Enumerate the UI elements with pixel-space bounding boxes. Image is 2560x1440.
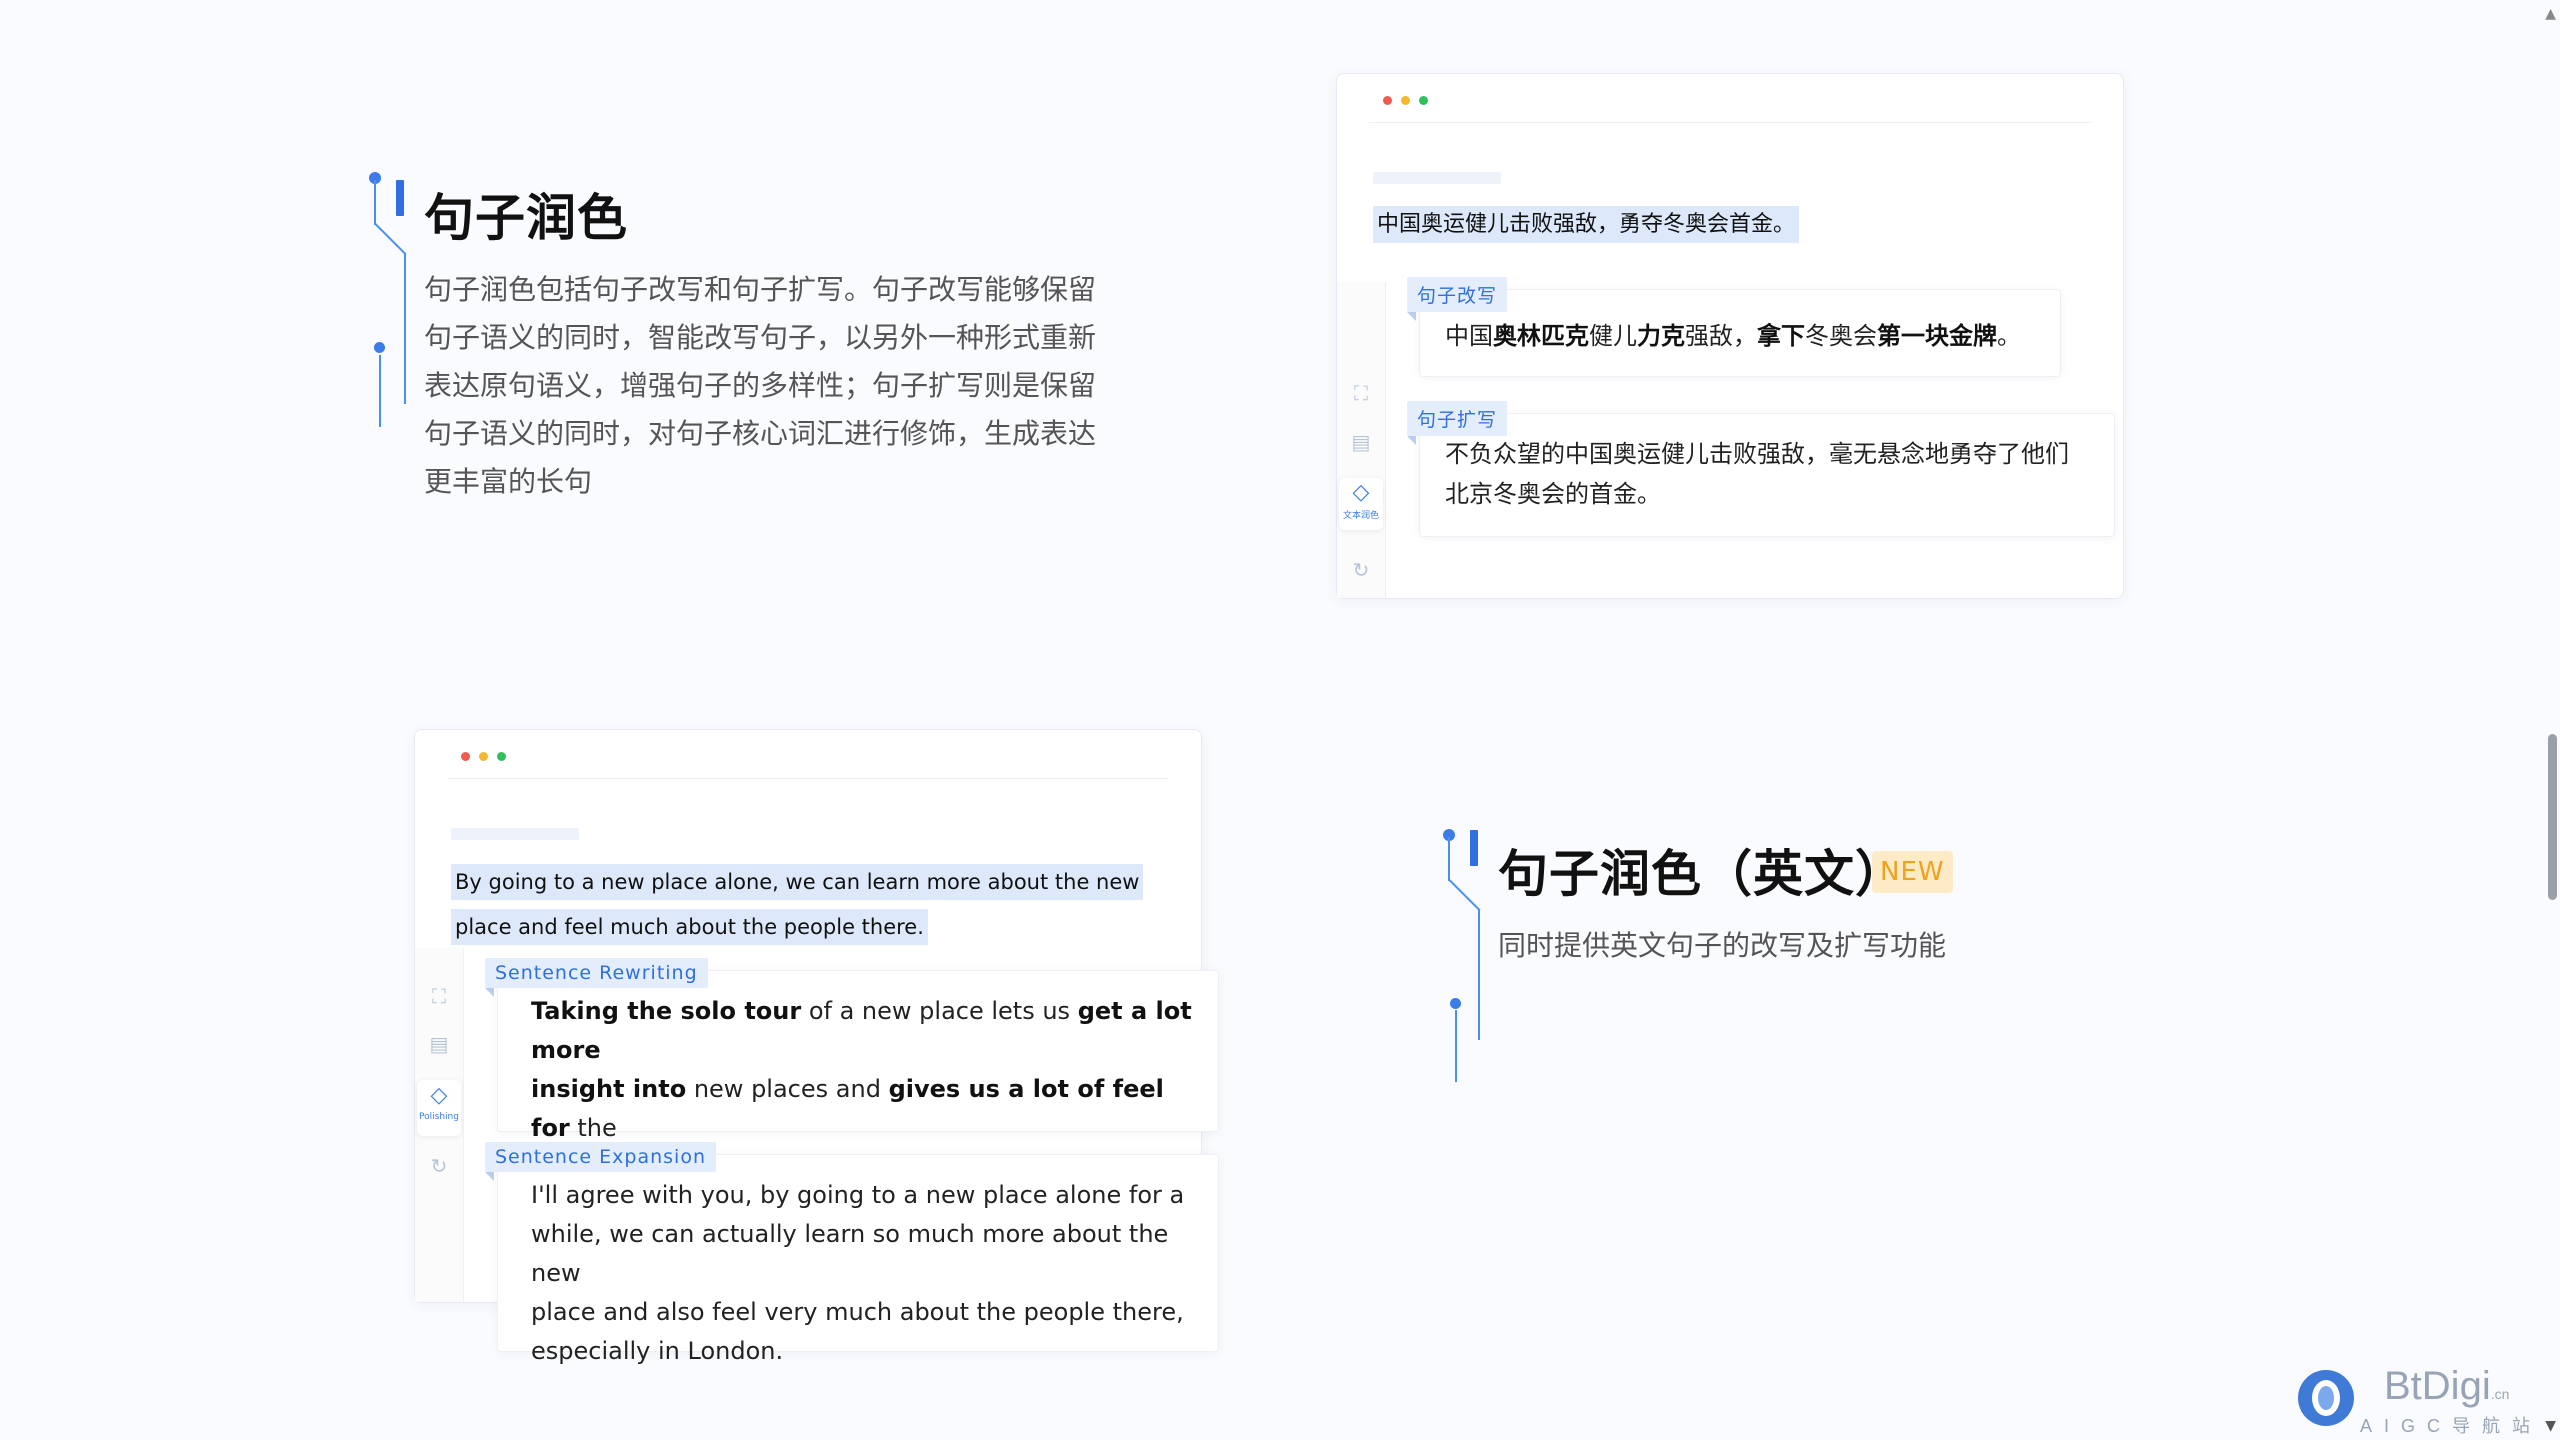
window-divider: [447, 778, 1169, 779]
deco-line-diag: [374, 222, 407, 256]
deco-line: [1448, 837, 1450, 881]
deco-dot-bottom: [374, 342, 385, 353]
window-close-dot: [1383, 96, 1392, 105]
rewrite-segment: of a new place lets us: [801, 997, 1078, 1025]
polish-diamond-icon: ◇: [430, 1083, 448, 1108]
refresh-icon[interactable]: ↻: [1349, 558, 1373, 582]
polish-tool-button[interactable]: ◇ 文本润色: [1339, 478, 1383, 530]
page-scrollbar[interactable]: ▲ ▼: [2545, 0, 2560, 1440]
source-sentence: By going to a new place alone, we can le…: [451, 860, 1144, 950]
chinese-polish-window: 中国奥运健儿击败强敌，勇夺冬奥会首金。 ⛶ ▤ ◇ 文本润色 ↻ 句子改写 中国…: [1336, 73, 2124, 599]
deco-line: [404, 254, 406, 404]
rewrite-bold-segment: 第一块金牌: [1877, 322, 1997, 350]
english-polish-window: By going to a new place alone, we can le…: [414, 729, 1219, 1365]
document-icon[interactable]: ▤: [1349, 430, 1373, 454]
refresh-icon[interactable]: ↻: [427, 1154, 451, 1178]
watermark-name: BtDigi.cn: [2384, 1364, 2509, 1409]
placeholder-bar: [1373, 172, 1501, 184]
new-badge: NEW: [1872, 851, 1953, 893]
section1-title: 句子润色: [424, 189, 628, 247]
rewrite-segment: 强敌，: [1685, 322, 1757, 350]
rewrite-segment: 健儿: [1589, 322, 1637, 350]
source-line: By going to a new place alone, we can le…: [451, 864, 1144, 900]
desc-line: 句子润色包括句子改写和句子扩写。句子改写能够保留: [424, 273, 1097, 306]
rewrite-segment: 中国: [1445, 322, 1493, 350]
desc-line: 表达原句语义，增强句子的多样性；句子扩写则是保留: [424, 369, 1097, 402]
rewrite-bold-segment: Taking the solo tour: [531, 997, 802, 1025]
polish-tool-label: 文本润色: [1342, 511, 1379, 521]
source-sentence: 中国奥运健儿击败强敌，勇夺冬奥会首金。: [1373, 202, 1800, 247]
rewrite-result-text: 中国奥林匹克健儿力克强敌，拿下冬奥会第一块金牌。: [1445, 316, 2021, 351]
section1-description: 句子润色包括句子改写和句子扩写。句子改写能够保留 句子语义的同时，智能改写句子，…: [424, 266, 1096, 506]
watermark-subtitle: AIGC导航站: [2360, 1416, 2543, 1436]
watermark-logo-icon: [2298, 1370, 2354, 1426]
deco-line: [1455, 1010, 1457, 1082]
expand-tag: Sentence Expansion: [485, 1142, 716, 1181]
watermark-name-text: BtDigi: [2384, 1364, 2491, 1408]
tool-sidebar: ⛶ ▤ ◇ Polishing ↻: [415, 948, 464, 1302]
expand-result-text: 不负众望的中国奥运健儿击败强敌，毫无悬念地勇夺了他们 北京冬奥会的首金。: [1445, 434, 2069, 514]
rewrite-bold-segment: insight into: [531, 1075, 687, 1103]
rewrite-bold-segment: 拿下: [1757, 322, 1805, 350]
deco-dot-bottom: [1450, 998, 1461, 1009]
section2-description: 同时提供英文句子的改写及扩写功能: [1498, 929, 1947, 962]
scrollbar-thumb[interactable]: [2548, 734, 2557, 900]
scroll-down-icon[interactable]: ▼: [2545, 1418, 2556, 1434]
deco-line: [374, 180, 376, 225]
rewrite-bold-segment: 力克: [1637, 322, 1685, 350]
window-minimize-dot: [1401, 96, 1410, 105]
expand-line: while, we can actually learn so much mor…: [531, 1220, 1169, 1287]
rewrite-segment: the: [569, 1114, 617, 1142]
section2-title: 句子润色（英文）: [1498, 845, 1906, 903]
scan-icon[interactable]: ⛶: [1349, 381, 1373, 405]
expand-line: I'll agree with you, by going to a new p…: [531, 1181, 1185, 1209]
rewrite-segment: 。: [1997, 322, 2021, 350]
scroll-up-icon[interactable]: ▲: [2545, 6, 2556, 22]
window-maximize-dot: [497, 752, 506, 761]
scan-icon[interactable]: ⛶: [427, 984, 451, 1008]
window-divider: [1369, 122, 2091, 123]
placeholder-bar: [451, 828, 579, 840]
document-icon[interactable]: ▤: [427, 1032, 451, 1056]
expand-line: 北京冬奥会的首金。: [1445, 480, 1661, 508]
polish-tool-label: Polishing: [419, 1112, 459, 1122]
desc-line: 句子语义的同时，智能改写句子，以另外一种形式重新: [424, 321, 1097, 354]
source-sentence-text: 中国奥运健儿击败强敌，勇夺冬奥会首金。: [1373, 206, 1800, 243]
expand-result-text: I'll agree with you, by going to a new p…: [531, 1176, 1201, 1371]
rewrite-segment: 冬奥会: [1805, 322, 1877, 350]
expand-line: especially in London.: [531, 1337, 784, 1365]
deco-line: [379, 355, 381, 427]
rewrite-line: insight into new places and gives us a l…: [531, 1070, 1201, 1148]
watermark-suffix: .cn: [2490, 1386, 2510, 1402]
polish-tool-button[interactable]: ◇ Polishing: [417, 1080, 461, 1136]
rewrite-segment: new places and: [686, 1075, 889, 1103]
window-minimize-dot: [479, 752, 488, 761]
deco-bar: [1470, 830, 1478, 866]
expand-line: 不负众望的中国奥运健儿击败强敌，毫无悬念地勇夺了他们: [1445, 440, 2069, 468]
expand-tag: 句子扩写: [1407, 401, 1508, 445]
polish-diamond-icon: ◇: [1352, 480, 1370, 505]
rewrite-bold-segment: 奥林匹克: [1493, 322, 1589, 350]
desc-line: 更丰富的长句: [424, 465, 593, 498]
deco-line: [1478, 910, 1480, 1040]
tool-sidebar: ⛶ ▤ ◇ 文本润色 ↻: [1337, 282, 1386, 598]
deco-bar: [396, 180, 404, 216]
rewrite-line: Taking the solo tour of a new place lets…: [531, 992, 1201, 1070]
window-maximize-dot: [1419, 96, 1428, 105]
rewrite-tag: 句子改写: [1407, 277, 1508, 321]
desc-line: 句子语义的同时，对句子核心词汇进行修饰，生成表达: [424, 417, 1097, 450]
source-line: place and feel much about the people the…: [451, 909, 928, 945]
window-close-dot: [461, 752, 470, 761]
expand-line: place and also feel very much about the …: [531, 1298, 1184, 1326]
deco-line-diag: [1448, 878, 1481, 912]
rewrite-tag: Sentence Rewriting: [485, 958, 708, 997]
